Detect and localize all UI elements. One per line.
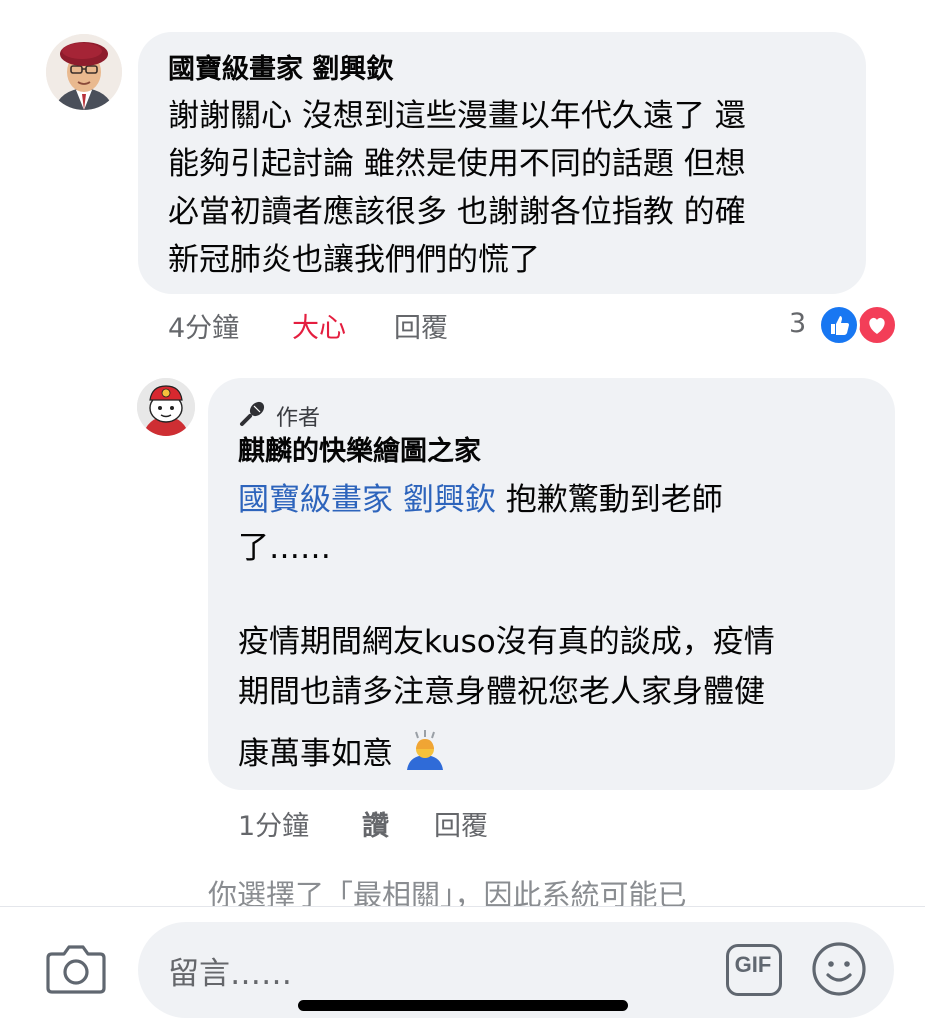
- cartoon-avatar-image: [137, 378, 195, 436]
- reply-text-line: 國寶級畫家 劉興欽 抱歉驚動到老師: [238, 476, 723, 524]
- like-icon[interactable]: [818, 304, 860, 346]
- comment-input-placeholder: 留言……: [168, 956, 292, 992]
- reply-text-line: 疫情期間網友kuso沒有真的談成，疫情: [238, 624, 775, 660]
- commenter-avatar[interactable]: [46, 34, 122, 110]
- author-avatar[interactable]: [137, 378, 195, 436]
- reply-text-line: 期間也請多注意身體祝您老人家身體健: [238, 674, 765, 710]
- smiley-icon[interactable]: [810, 940, 868, 998]
- microphone-icon: [240, 401, 265, 426]
- reply-button[interactable]: 回覆: [434, 804, 488, 843]
- comment-bubble[interactable]: 國寶級畫家 劉興欽 謝謝關心 沒想到這些漫畫以年代久遠了 還 能夠引起討論 雖然…: [138, 32, 866, 294]
- home-indicator[interactable]: [298, 1000, 628, 1011]
- comment-text-line: 必當初讀者應該很多 也謝謝各位指教 的確: [168, 194, 746, 230]
- camera-icon[interactable]: [44, 940, 108, 998]
- like-button[interactable]: 讚: [362, 804, 389, 843]
- comment-meta-row: 4分鐘 大心 回覆: [168, 306, 628, 345]
- reply-text-fragment: 抱歉驚動到老師: [495, 482, 723, 518]
- relevance-filter-note: 你選擇了「最相關」，因此系統可能已: [208, 878, 687, 906]
- comment-text-line: 新冠肺炎也讓我們們的慌了: [168, 242, 540, 278]
- comment-text-line: 能夠引起討論 雖然是使用不同的話題 但想: [168, 146, 746, 182]
- gif-label: GIF: [734, 952, 772, 977]
- love-icon[interactable]: [856, 304, 898, 346]
- reply-text-line: 康萬事如意 🙇: [238, 728, 447, 778]
- comment-text-line: 謝謝關心 沒想到這些漫畫以年代久遠了 還: [168, 98, 746, 134]
- reply-text-fragment: 康萬事如意: [238, 736, 393, 772]
- portrait-image: [46, 34, 122, 110]
- reply-timestamp[interactable]: 1分鐘: [238, 804, 309, 843]
- gif-button[interactable]: GIF: [724, 942, 782, 996]
- mention-link[interactable]: 國寶級畫家 劉興欽: [238, 482, 496, 518]
- reply-author-name[interactable]: 麒麟的快樂繪圖之家: [238, 436, 481, 468]
- love-reaction-button[interactable]: 大心: [292, 306, 346, 345]
- reply-bubble[interactable]: 作者 麒麟的快樂繪圖之家 國寶級畫家 劉興欽 抱歉驚動到老師 了…… 疫情期間網…: [208, 378, 895, 790]
- comment-timestamp[interactable]: 4分鐘: [168, 306, 239, 345]
- comment-author-name[interactable]: 國寶級畫家 劉興欽: [168, 54, 393, 86]
- bowing-person-emoji: 🙇: [403, 728, 447, 772]
- reply-text-line: 了……: [238, 530, 331, 566]
- reply-meta-row: 1分鐘 讚 回覆: [238, 804, 638, 843]
- author-badge-label: 作者: [276, 406, 321, 431]
- reply-button[interactable]: 回覆: [394, 306, 448, 345]
- reaction-count[interactable]: 3: [789, 308, 806, 339]
